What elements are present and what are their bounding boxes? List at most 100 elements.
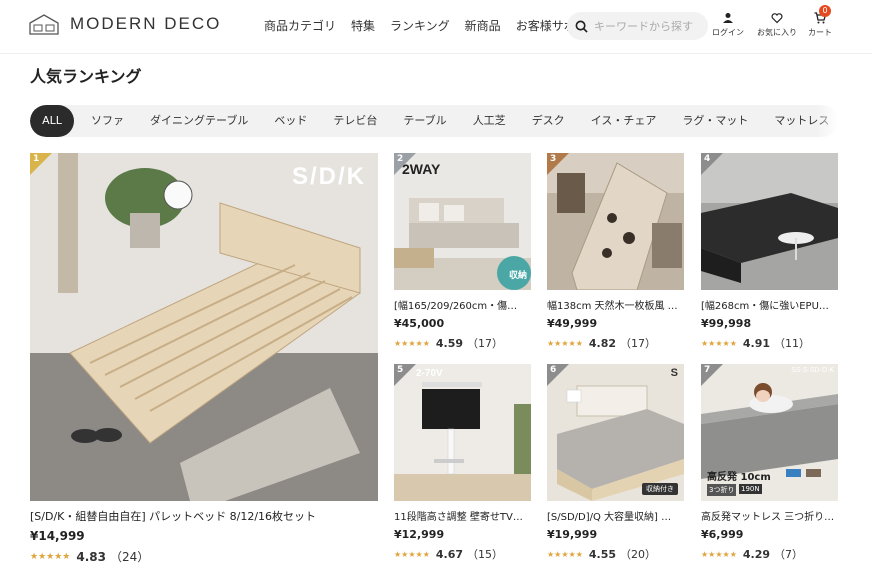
tab-artificial-turf[interactable]: 人工芝 xyxy=(460,105,519,137)
rating-score-7: 4.29 xyxy=(742,547,770,561)
product-image-6[interactable]: 6 S 収納付き xyxy=(547,364,684,501)
search-input[interactable] xyxy=(594,19,704,33)
tab-table[interactable]: テーブル xyxy=(390,105,459,137)
pallet-bed-photo xyxy=(30,153,378,501)
favorites-link[interactable]: お気に入り xyxy=(757,12,797,38)
product-image-1[interactable]: 1 S/D/K xyxy=(30,153,378,501)
house-logo-icon xyxy=(29,14,59,35)
review-count-6: （20） xyxy=(620,548,656,561)
review-count-4: （11） xyxy=(774,337,810,350)
cart-count-badge: 0 xyxy=(819,5,831,17)
tab-sofa[interactable]: ソファ xyxy=(78,105,137,137)
star-rating-icon: ★★★★★ xyxy=(30,551,71,562)
star-rating-icon: ★★★★★ xyxy=(394,338,430,348)
star-rating-icon: ★★★★★ xyxy=(701,338,737,348)
rank-number-3: 3 xyxy=(550,154,557,164)
rating-score-2: 4.59 xyxy=(435,336,463,350)
nav-item-new[interactable]: 新商品 xyxy=(465,17,501,34)
storage-tag-6: 収納付き xyxy=(642,483,678,495)
product-overlay-label-1: S/D/K xyxy=(291,163,366,190)
tab-desk[interactable]: デスク xyxy=(519,105,578,137)
tab-all[interactable]: ALL xyxy=(30,105,74,137)
product-price-2: ¥45,000 xyxy=(394,317,445,330)
tab-rug-mat[interactable]: ラグ・マット xyxy=(669,105,761,137)
product-name-3[interactable]: 幅138cm 天然木一枚板風 … xyxy=(547,297,684,312)
product-rating-4: ★★★★★ 4.91 （11） xyxy=(701,335,838,351)
review-count-3: （17） xyxy=(620,337,656,350)
spec-tag-7: 高反発 10cm xyxy=(707,472,771,483)
search-box[interactable] xyxy=(567,12,708,40)
rating-score-4: 4.91 xyxy=(742,336,770,350)
product-card-4[interactable]: 4 [幅268cm・傷に強いEPU… ¥99,998 ★★★★★ 4.91 （1… xyxy=(701,153,838,351)
tab-bed[interactable]: ベッド xyxy=(261,105,320,137)
product-rating-3: ★★★★★ 4.82 （17） xyxy=(547,335,684,351)
product-name-6[interactable]: [S/SD/D]/Q 大容量収納] … xyxy=(547,508,684,523)
tab-chair[interactable]: イス・チェア xyxy=(578,105,670,137)
product-card-2[interactable]: 2 2WAY 収納 [幅165/209/260cm・傷… ¥45,000 ★★★… xyxy=(394,153,531,351)
product-image-7[interactable]: 7 SS·S·SD·D·K 高反発 10cm 3つ折り 190N xyxy=(701,364,838,501)
nav-item-categories[interactable]: 商品カテゴリ xyxy=(264,17,336,34)
rating-score-5: 4.67 xyxy=(435,547,463,561)
product-price-3: ¥49,999 xyxy=(547,317,598,330)
rank-number-1: 1 xyxy=(33,154,40,164)
storage-tag-2: 収納 xyxy=(508,271,527,281)
cart-label: カート xyxy=(808,28,832,37)
login-link[interactable]: ログイン xyxy=(712,12,744,38)
user-icon xyxy=(723,13,733,23)
product-card-7[interactable]: 7 SS·S·SD·D·K 高反発 10cm 3つ折り 190N 高反発マットレ… xyxy=(701,364,838,562)
review-count-2: （17） xyxy=(467,337,503,350)
review-count-5: （15） xyxy=(467,548,503,561)
product-card-3[interactable]: 3 幅138cm 天然木一枚板風 … ¥49,999 ★★★★★ 4.82 （1… xyxy=(547,153,684,351)
search-icon xyxy=(575,20,588,33)
product-rating-5: ★★★★★ 4.67 （15） xyxy=(394,546,531,562)
review-count-1: （24） xyxy=(109,550,150,564)
product-image-4[interactable]: 4 xyxy=(701,153,838,290)
product-overlay-label-7: SS·S·SD·D·K xyxy=(791,367,834,374)
rating-score-6: 4.55 xyxy=(588,547,616,561)
cart-link[interactable]: 0 カート xyxy=(808,5,832,38)
scroll-fade xyxy=(816,105,838,137)
product-rating-7: ★★★★★ 4.29 （7） xyxy=(701,546,838,562)
product-price-4: ¥99,998 xyxy=(701,317,752,330)
product-image-3[interactable]: 3 xyxy=(547,153,684,290)
nav-item-ranking[interactable]: ランキング xyxy=(390,17,450,34)
star-rating-icon: ★★★★★ xyxy=(701,549,737,559)
rank-number-4: 4 xyxy=(704,154,711,164)
product-rating-6: ★★★★★ 4.55 （20） xyxy=(547,546,684,562)
login-label: ログイン xyxy=(712,28,744,37)
global-nav: 商品カテゴリ 特集 ランキング 新商品 お客様サポート xyxy=(264,17,615,34)
product-price-6: ¥19,999 xyxy=(547,528,598,541)
tab-dining-table[interactable]: ダイニングテーブル xyxy=(137,105,261,137)
product-overlay-label-6: S xyxy=(670,367,678,379)
product-price-1: ¥14,999 xyxy=(30,529,85,543)
product-name-4[interactable]: [幅268cm・傷に強いEPU… xyxy=(701,297,838,312)
rank-number-5: 5 xyxy=(397,365,404,375)
product-image-2[interactable]: 2 2WAY 収納 xyxy=(394,153,531,290)
favorites-label: お気に入り xyxy=(757,28,797,37)
spec-tag-hardness-7: 190N xyxy=(739,484,762,494)
rating-score-3: 4.82 xyxy=(588,336,616,350)
product-name-5[interactable]: 11段階高さ調整 壁寄せTV… xyxy=(394,508,531,523)
product-overlay-label-2: 2WAY xyxy=(402,161,441,177)
site-header: MODERN DECO 商品カテゴリ 特集 ランキング 新商品 お客様サポート … xyxy=(0,0,872,54)
page-title: 人気ランキング xyxy=(30,67,142,86)
star-rating-icon: ★★★★★ xyxy=(547,338,583,348)
product-card-5[interactable]: 5 2-70V 11段階高さ調整 壁寄せTV… ¥12,999 ★★★★★ 4.… xyxy=(394,364,531,562)
tab-tv-stand[interactable]: テレビ台 xyxy=(320,105,390,137)
product-name-2[interactable]: [幅165/209/260cm・傷… xyxy=(394,297,531,312)
product-name-1[interactable]: [S/D/K・組替自由自在] パレットベッド 8/12/16枚セット xyxy=(30,508,378,524)
product-overlay-label-5: 2-70V xyxy=(416,368,443,379)
product-card-1[interactable]: 1 S/D/K [S/D/K・組替自由自在] パレットベッド 8/12/16枚セ… xyxy=(30,153,378,565)
nav-item-features[interactable]: 特集 xyxy=(351,17,375,34)
product-image-5[interactable]: 5 2-70V xyxy=(394,364,531,501)
product-card-6[interactable]: 6 S 収納付き [S/SD/D]/Q 大容量収納] … ¥19,999 ★★★… xyxy=(547,364,684,562)
rank-number-7: 7 xyxy=(704,365,711,375)
product-name-7[interactable]: 高反発マットレス 三つ折り… xyxy=(701,508,838,523)
rating-score-1: 4.83 xyxy=(76,549,106,564)
rank-number-6: 6 xyxy=(550,365,557,375)
logo[interactable]: MODERN DECO xyxy=(28,13,221,35)
product-price-7: ¥6,999 xyxy=(701,528,744,541)
star-rating-icon: ★★★★★ xyxy=(547,549,583,559)
product-rating-1: ★★★★★ 4.83 （24） xyxy=(30,548,378,565)
review-count-7: （7） xyxy=(774,548,803,561)
